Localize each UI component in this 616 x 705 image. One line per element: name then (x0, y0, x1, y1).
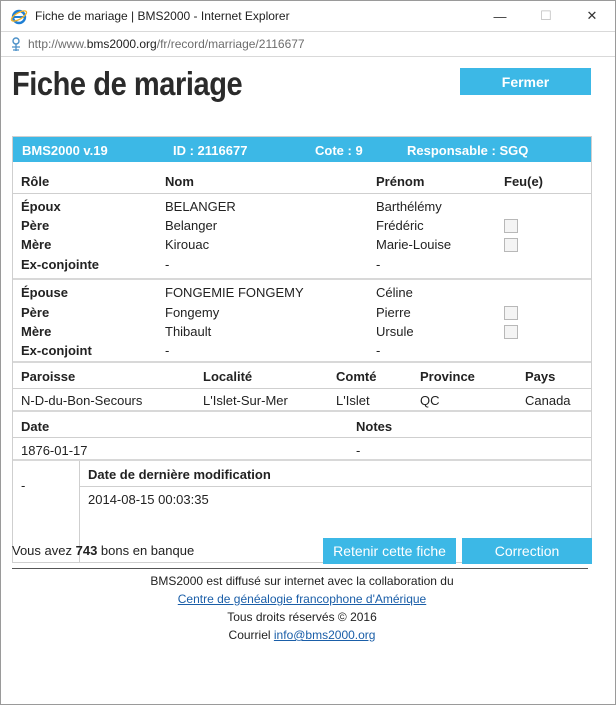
groom-mother-role: Mère (21, 237, 52, 252)
groom-father-deceased-checkbox (504, 219, 518, 233)
bank-prefix: Vous avez (12, 543, 76, 558)
version-label: BMS2000 v.19 (22, 143, 108, 158)
record-id: ID : 2116677 (173, 143, 248, 158)
bride-ex-name: - (165, 343, 170, 358)
close-button[interactable]: Fermer (460, 68, 591, 95)
url-path: /fr/record/marriage/2116677 (156, 37, 305, 51)
bride-mother-deceased-checkbox (504, 325, 518, 339)
window-title: Fiche de mariage | BMS2000 - Internet Ex… (35, 9, 290, 23)
groom-father-name: Belanger (165, 218, 218, 233)
browser-window: Fiche de mariage | BMS2000 - Internet Ex… (0, 0, 616, 705)
country-value: Canada (525, 393, 571, 408)
groom-mother-deceased-checkbox (504, 238, 518, 252)
column-role: Rôle (21, 174, 50, 189)
bank-suffix: bons en banque (97, 543, 195, 558)
column-province: Province (420, 369, 475, 384)
close-window-icon[interactable]: ✕ (569, 1, 615, 31)
bride-role: Épouse (21, 285, 68, 300)
page-icon (12, 37, 20, 51)
groom-ex-name: - (165, 257, 170, 272)
record-header: BMS2000 v.19 ID : 2116677 Cote : 9 Respo… (13, 137, 591, 162)
internet-explorer-icon (10, 9, 28, 25)
page-title: Fiche de mariage (12, 65, 243, 102)
column-country: Pays (525, 369, 556, 384)
groom-mother-name: Kirouac (165, 237, 210, 252)
bride-father-role: Père (21, 305, 50, 320)
title-bar: Fiche de mariage | BMS2000 - Internet Ex… (1, 1, 615, 31)
bride-father-name: Fongemy (165, 305, 220, 320)
minimize-icon[interactable]: — (477, 1, 523, 31)
footer-email: Courriel info@bms2000.org (1, 628, 603, 642)
bride-father-first-name: Pierre (376, 305, 411, 320)
page-content: Fiche de mariage Fermer BMS2000 v.19 ID … (1, 57, 615, 704)
column-locality: Localité (203, 369, 253, 384)
column-deceased: Feu(e) (504, 174, 543, 189)
footer-collaboration: BMS2000 est diffusé sur internet avec la… (150, 574, 454, 588)
record-card: BMS2000 v.19 ID : 2116677 Cote : 9 Respo… (12, 136, 592, 563)
date-value: 1876-01-17 (21, 443, 88, 458)
groom-ex-role: Ex-conjointe (21, 257, 100, 272)
bride-ex-role: Ex-conjoint (21, 343, 92, 358)
footer-email-link[interactable]: info@bms2000.org (274, 628, 376, 642)
keep-record-button[interactable]: Retenir cette fiche (323, 538, 456, 564)
footer-email-label: Courriel (228, 628, 274, 642)
groom-name: BELANGER (165, 199, 236, 214)
bride-mother-role: Mère (21, 324, 52, 339)
column-notes: Notes (356, 419, 393, 434)
county-value: L'Islet (336, 393, 370, 408)
address-bar[interactable]: http://www.bms2000.org/fr/record/marriag… (1, 31, 615, 57)
correction-button[interactable]: Correction (462, 538, 592, 564)
bride-first-name: Céline (376, 285, 413, 300)
groom-role: Époux (21, 199, 61, 214)
record-cote: Cote : 9 (315, 143, 363, 158)
address-url[interactable]: http://www.bms2000.org/fr/record/marriag… (28, 37, 305, 51)
footer-centre-link[interactable]: Centre de généalogie francophone d'Améri… (178, 592, 426, 606)
bride-ex-first-name: - (376, 343, 381, 358)
groom-ex-first-name: - (376, 257, 381, 272)
url-domain: bms2000.org (86, 37, 157, 51)
column-date: Date (21, 419, 50, 434)
bride-name: FONGEMIE FONGEMY (165, 285, 304, 300)
column-county: Comté (336, 369, 377, 384)
modification-header: Date de dernière modification (88, 467, 271, 482)
groom-first-name: Barthélémy (376, 199, 442, 214)
parish-value: N-D-du-Bon-Secours (21, 393, 143, 408)
record-responsable: Responsable : SGQ (407, 143, 529, 158)
province-value: QC (420, 393, 440, 408)
groom-mother-first-name: Marie-Louise (376, 237, 452, 252)
bank-balance: Vous avez 743 bons en banque (12, 543, 194, 558)
bank-count: 743 (75, 543, 98, 558)
column-first-name: Prénom (376, 174, 425, 189)
footer-rights: Tous droits réservés © 2016 (227, 610, 377, 624)
column-name: Nom (165, 174, 194, 189)
maximize-icon[interactable]: ☐ (523, 1, 569, 31)
column-parish: Paroisse (21, 369, 76, 384)
locality-value: L'Islet-Sur-Mer (203, 393, 288, 408)
bride-mother-first-name: Ursule (376, 324, 414, 339)
url-prefix: http://www. (28, 37, 87, 51)
groom-father-first-name: Frédéric (376, 218, 424, 233)
notes-value: - (356, 443, 361, 458)
divider (12, 568, 588, 569)
bride-father-deceased-checkbox (504, 306, 518, 320)
modification-left-value: - (21, 478, 26, 493)
modification-value: 2014-08-15 00:03:35 (88, 492, 209, 507)
bride-mother-name: Thibault (165, 324, 212, 339)
groom-father-role: Père (21, 218, 50, 233)
